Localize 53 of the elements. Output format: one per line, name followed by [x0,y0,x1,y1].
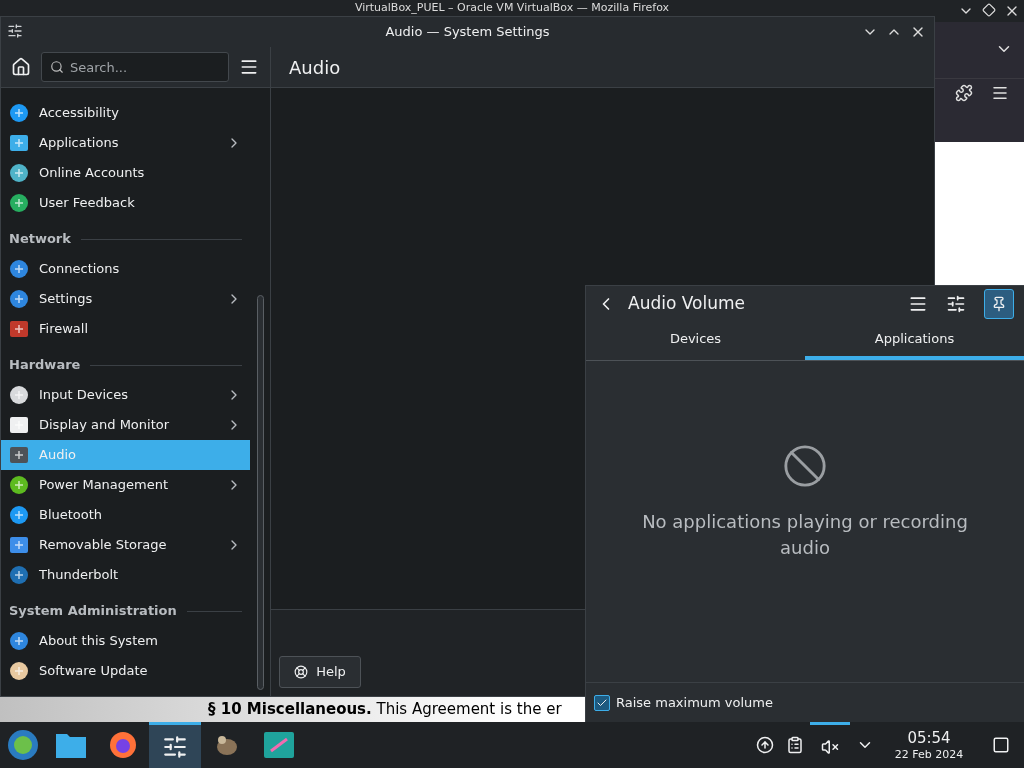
sidebar-item[interactable]: Software Update [1,656,250,686]
sidebar-item[interactable]: Thunderbolt [1,560,250,590]
checkbox-label: Raise maximum volume [616,693,774,712]
pin-button[interactable] [984,289,1014,319]
lifebuoy-icon [294,665,309,679]
sidebar-item[interactable]: Display and Monitor [1,410,250,440]
empty-message: No applications playing or recording audio [641,509,969,560]
maximize-icon[interactable] [982,3,996,17]
search-field[interactable]: Search... [41,52,229,82]
start-orb-icon [6,729,39,761]
sidebar-item[interactable]: Applications [1,128,250,158]
section-header: Network [9,229,71,248]
scrollbar[interactable] [257,295,264,690]
sidebar-item[interactable]: About this System [1,626,250,656]
puzzle-icon[interactable] [955,84,973,102]
pin-icon [991,296,1007,312]
muted-speaker-icon [821,737,839,756]
clipboard-icon [786,736,804,754]
help-button[interactable]: Help [279,656,361,688]
sidebar-item[interactable]: Firewall [1,314,250,344]
popup-title: Audio Volume [628,292,746,316]
show-desktop-icon[interactable] [992,736,1010,754]
taskbar-button[interactable] [149,722,201,768]
sidebar-item[interactable]: Input Devices [1,380,250,410]
settings-app-icon [7,23,23,39]
home-icon[interactable] [11,57,31,77]
window-title: VirtualBox_PUEL – Oracle VM VirtualBox — Mozilla Firefox [354,1,670,14]
page-text: § 10 Miscellaneous. This Agreement is the er [208,699,562,721]
sliders-icon[interactable] [946,294,966,314]
sidebar-item[interactable]: Power Management [1,470,250,500]
prohibited-icon [782,442,828,489]
window-title: Audio — System Settings [385,23,550,42]
sliders-icon [162,733,188,760]
menu-icon[interactable] [239,57,259,77]
menu-icon[interactable] [908,294,928,314]
sidebar-item[interactable]: Removable Storage [1,530,250,560]
menu-icon[interactable] [991,84,1009,102]
sidebar-item[interactable]: Connections [1,254,250,284]
checkbox[interactable] [594,694,610,711]
section-header: System Administration [9,601,177,620]
sidebar-item[interactable]: Accessibility [1,98,250,128]
page-title: Audio [289,55,341,80]
clock[interactable]: 05:54 22 Feb 2024 [880,728,978,762]
section-header: Hardware [9,355,81,374]
sidebar-item[interactable]: Bluetooth [1,500,250,530]
tab[interactable]: Applications [805,322,1024,360]
sidebar-item[interactable]: Settings [1,284,250,314]
sidebar-item[interactable]: Online Accounts [1,158,250,188]
search-icon [50,60,64,74]
sidebar-item[interactable]: User Feedback [1,188,250,218]
app-icon [263,731,295,759]
folder-icon [55,731,87,759]
tab[interactable]: Devices [586,322,805,360]
